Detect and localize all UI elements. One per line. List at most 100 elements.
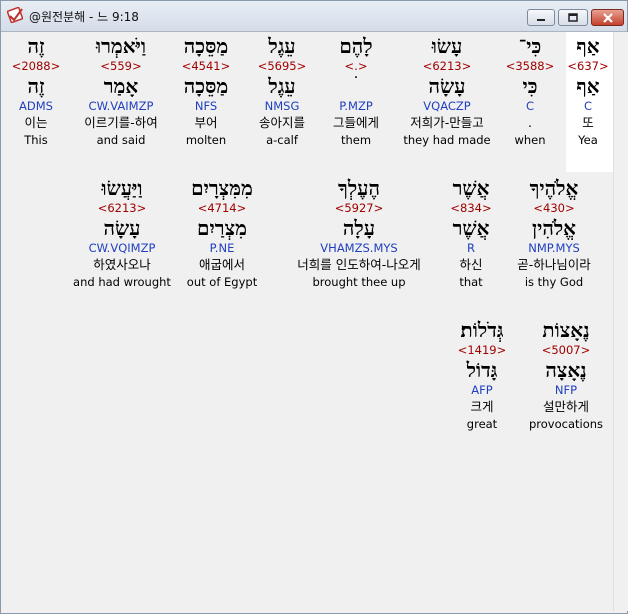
word-column[interactable]: מִמִּצְרָיִם <4714> מִצְרַיִם P.NE 애굽에서 out o… <box>187 176 257 290</box>
hebrew-word: מִמִּצְרָיִם <box>191 176 253 200</box>
strong-number: <5007> <box>541 343 591 357</box>
korean-gloss: 또 <box>582 115 594 130</box>
lemma: אָמַר <box>103 74 139 98</box>
korean-gloss: 하신 <box>459 257 483 272</box>
english-gloss: a-calf <box>266 133 298 147</box>
korean-gloss: 설만하게 <box>542 399 590 414</box>
english-gloss: molten <box>185 133 227 147</box>
strong-number: <6213> <box>97 201 147 215</box>
strong-number: <430> <box>533 201 575 215</box>
korean-gloss: 너희를 인도하여-나오게 <box>297 257 421 272</box>
vertical-scrollbar[interactable] <box>613 32 628 611</box>
interlinear-panel: אַף <637> אַף C 또 Yea כִּי־ <3588> כִּי C. when עָש… <box>3 32 615 611</box>
hebrew-word: גְּדֹלוֹת׃ <box>460 318 504 342</box>
close-icon <box>592 10 623 25</box>
lemma: ׄ <box>333 74 379 98</box>
hebrew-word: לָהֶם <box>339 34 373 58</box>
parse-code: P.NE <box>209 241 235 255</box>
korean-gloss: 이르기를-하여 <box>84 115 158 130</box>
korean-gloss: 곧-하나님이라 <box>517 257 591 272</box>
hebrew-word: אַף <box>576 34 600 58</box>
english-gloss: them <box>340 133 372 147</box>
minimize-button[interactable] <box>527 9 555 26</box>
lemma: מַסֵּכָה <box>183 74 229 98</box>
korean-gloss: 애굽에서 <box>198 257 246 272</box>
word-column[interactable]: כִּי־ <3588> כִּי C. when <box>506 34 555 148</box>
lemma: זֶה <box>27 74 45 98</box>
hebrew-word: עָשׂוּ <box>431 34 463 58</box>
korean-gloss: 저희가-만들고 <box>410 115 484 130</box>
word-column[interactable]: אֲשֶׁר <834> אֲשֶׁר R 하신 that <box>450 176 491 290</box>
strong-number: <.> <box>344 59 368 73</box>
english-gloss: when <box>514 133 546 147</box>
english-gloss: out of Egypt <box>186 275 258 289</box>
word-column[interactable]: אַף <637> אַף C 또 Yea <box>567 34 608 148</box>
strong-number: <6213> <box>422 59 472 73</box>
word-column[interactable]: וַיַּעֲשׂוּ <6213> עָשָׂה CW.VQIMZP 하였사오나 and… <box>73 176 171 290</box>
title-bar[interactable]: @원전분해 - 느 9:18 <box>1 1 627 32</box>
app-window: @원전분해 - 느 9:18 אַף <637> אַף C 또 Yea כִּי־ <358… <box>0 0 628 614</box>
parse-code: NFP <box>554 383 578 397</box>
korean-gloss: 송아지를 <box>258 115 306 130</box>
english-gloss: they had made <box>403 133 491 147</box>
english-gloss: brought thee up <box>312 275 406 289</box>
strong-number: <5695> <box>257 59 307 73</box>
parse-code: CW.VAIMZP <box>88 99 154 113</box>
word-column[interactable]: עֵגֶל <5695> עֵגֶל NMSG 송아지를 a-calf <box>258 34 307 148</box>
maximize-icon <box>559 10 587 25</box>
word-column[interactable]: עָשׂוּ <6213> עָשָׂה VQACZP 저희가-만들고 they had … <box>403 34 490 148</box>
hebrew-word: עֵגֶל <box>268 34 296 58</box>
strong-number: <834> <box>450 201 492 215</box>
window-title: @원전분해 - 느 9:18 <box>29 10 139 24</box>
strong-number: <4714> <box>197 201 247 215</box>
english-gloss: that <box>459 275 483 289</box>
hebrew-word: אֱלֹהֶיךָ <box>529 176 579 200</box>
word-column[interactable]: זֶה <2088> זֶה ADMS 이는 This <box>12 34 61 148</box>
hebrew-word: זֶה <box>27 34 45 58</box>
english-gloss: This <box>24 133 48 147</box>
strong-number: <4541> <box>181 59 231 73</box>
lemma: גָּדוֹל <box>466 358 498 382</box>
word-column[interactable]: גְּדֹלוֹת׃ <1419> גָּדוֹל AFP 크게 great <box>458 318 507 432</box>
hebrew-word: כִּי־ <box>518 34 542 58</box>
english-gloss: Yea <box>578 133 598 147</box>
korean-gloss: 크게 <box>470 399 494 414</box>
word-column[interactable]: מַסֵּכָה <4541> מַסֵּכָה NFS 부어 molten <box>182 34 231 148</box>
hebrew-word: נֶאָצוֹת <box>542 318 590 342</box>
strong-number: <559> <box>100 59 142 73</box>
hebrew-word: וַיַּעֲשׂוּ <box>101 176 143 200</box>
english-gloss: great <box>466 417 498 431</box>
parse-code: NMSG <box>264 99 300 113</box>
hebrew-word: אֲשֶׁר <box>452 176 490 200</box>
lemma: אֱלֹהִין <box>531 216 577 240</box>
lemma: אֲשֶׁר <box>452 216 490 240</box>
maximize-button[interactable] <box>558 9 588 26</box>
lemma: נֶאָצָה <box>545 358 587 382</box>
strong-number: <5927> <box>334 201 384 215</box>
word-column[interactable]: נֶאָצוֹת <5007> נֶאָצָה NFP 설만하게 provocations <box>529 318 603 432</box>
korean-gloss: . <box>528 115 532 130</box>
strong-number: <637> <box>567 59 609 73</box>
word-column[interactable]: לָהֶם<.>ׄP.MZP 그들에게 them <box>333 34 379 148</box>
parse-code: CW.VQIMZP <box>88 241 156 255</box>
word-column[interactable]: הֶעֶלְךָ <5927> עָלָה VHAMZS.MYS 너희를 인도하여-나오… <box>297 176 420 290</box>
english-gloss: and had wrought <box>73 275 171 289</box>
parse-code: NMP.MYS <box>528 241 580 255</box>
strong-number: <1419> <box>457 343 507 357</box>
parse-code: R <box>466 241 475 255</box>
parse-code: ADMS <box>19 99 53 113</box>
korean-gloss: 부어 <box>194 115 218 130</box>
app-check-icon <box>7 7 23 23</box>
korean-gloss: 그들에게 <box>332 115 380 130</box>
lemma: עָשָׂה <box>103 216 141 240</box>
word-column[interactable]: וַיֹּאמְרוּ <559> אָמַר CW.VAIMZP 이르기를-하여 and… <box>84 34 158 148</box>
close-button[interactable] <box>591 9 624 26</box>
hebrew-word: מַסֵּכָה <box>183 34 229 58</box>
hebrew-word: וַיֹּאמְרוּ <box>95 34 146 58</box>
word-column[interactable]: אֱלֹהֶיךָ <430> אֱלֹהִין NMP.MYS 곧-하나님이라 is t… <box>517 176 591 290</box>
lemma: עֵגֶל <box>268 74 296 98</box>
parse-code: NFS <box>194 99 218 113</box>
parse-code: P.MZP <box>339 99 373 113</box>
parse-code: C <box>583 99 593 113</box>
lemma: מִצְרַיִם <box>197 216 247 240</box>
